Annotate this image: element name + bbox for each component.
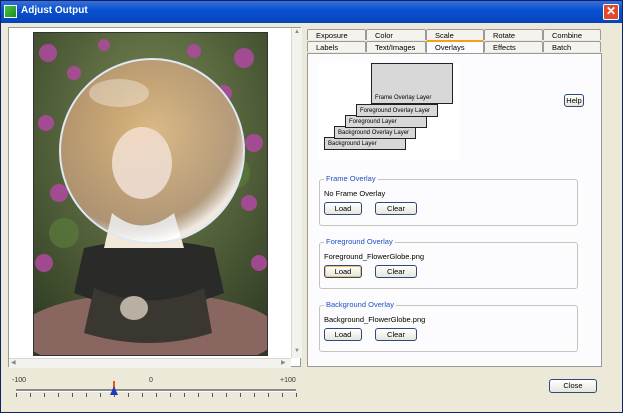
- flower-globe-image: [34, 33, 267, 355]
- background-clear-button[interactable]: Clear: [375, 328, 417, 341]
- tab-rotate[interactable]: Rotate: [484, 29, 543, 40]
- slider-tick: [268, 393, 269, 397]
- slider-mid-label: 0: [149, 377, 153, 384]
- slider-thumb[interactable]: [110, 386, 118, 395]
- foreground-load-button[interactable]: Load: [324, 265, 362, 278]
- slider-tick: [100, 393, 101, 397]
- slider-tick: [184, 393, 185, 397]
- slider-tick: [198, 393, 199, 397]
- slider-tick: [44, 393, 45, 397]
- slider-tick: [30, 393, 31, 397]
- tab-overlays[interactable]: Overlays: [426, 40, 484, 53]
- tab-scale[interactable]: Scale: [426, 29, 484, 40]
- slider-track[interactable]: [16, 389, 296, 392]
- tab-panel: Exposure Color Scale Rotate Combine Labe…: [307, 27, 602, 367]
- slider-tick: [254, 393, 255, 397]
- scroll-down-icon[interactable]: ▼: [294, 348, 300, 354]
- slider-tick: [282, 393, 283, 397]
- app-icon: [4, 5, 17, 18]
- slider-tick: [142, 393, 143, 397]
- tab-exposure[interactable]: Exposure: [307, 29, 366, 40]
- frame-overlay-group: Frame Overlay No Frame Overlay Load Clea…: [319, 174, 578, 226]
- preview-vertical-scrollbar[interactable]: ▲ ▼: [291, 28, 302, 358]
- image-preview: ▲ ▼ ◀ ▶: [8, 27, 302, 368]
- slider-max-label: +100: [280, 377, 296, 384]
- tab-labels[interactable]: Labels: [307, 41, 366, 52]
- overlays-panel: Background Layer Background Overlay Laye…: [307, 53, 602, 367]
- tab-effects[interactable]: Effects: [484, 41, 543, 52]
- background-overlay-value: Background_FlowerGlobe.png: [324, 315, 426, 324]
- slider-tick: [72, 393, 73, 397]
- foreground-overlay-title: Foreground Overlay: [324, 237, 395, 246]
- slider-min-label: -100: [12, 377, 27, 384]
- slider-tick: [156, 393, 157, 397]
- close-button[interactable]: Close: [549, 379, 597, 393]
- scroll-right-icon[interactable]: ▶: [281, 359, 286, 366]
- foreground-overlay-value: Foreground_FlowerGlobe.png: [324, 252, 425, 261]
- slider-tick: [296, 393, 297, 397]
- slider-tick: [128, 393, 129, 397]
- slider-tick: [170, 393, 171, 397]
- slider-tick: [58, 393, 59, 397]
- background-load-button[interactable]: Load: [324, 328, 362, 341]
- title-bar: Adjust Output ✕: [1, 1, 622, 23]
- close-icon[interactable]: ✕: [603, 4, 619, 20]
- slider-tick: [212, 393, 213, 397]
- background-overlay-group: Background Overlay Background_FlowerGlob…: [319, 300, 578, 352]
- frame-overlay-value: No Frame Overlay: [324, 189, 386, 198]
- slider-tick: [226, 393, 227, 397]
- tab-color[interactable]: Color: [366, 29, 426, 40]
- preview-horizontal-scrollbar[interactable]: ◀ ▶: [9, 358, 291, 368]
- frame-clear-button[interactable]: Clear: [375, 202, 417, 215]
- layer-frame-overlay: Frame Overlay Layer: [371, 63, 453, 104]
- foreground-clear-button[interactable]: Clear: [375, 265, 417, 278]
- layer-foreground-overlay: Foreground Overlay Layer: [356, 104, 438, 117]
- tab-batch[interactable]: Batch: [543, 41, 601, 52]
- background-overlay-title: Background Overlay: [324, 300, 396, 309]
- slider-tick: [16, 393, 17, 397]
- adjust-slider[interactable]: -100 0 +100: [8, 377, 301, 407]
- scroll-left-icon[interactable]: ◀: [11, 359, 16, 366]
- slider-tick: [86, 393, 87, 397]
- slider-tick: [240, 393, 241, 397]
- frame-overlay-title: Frame Overlay: [324, 174, 378, 183]
- tab-text-images[interactable]: Text/Images: [366, 41, 426, 52]
- window-title: Adjust Output: [21, 5, 88, 16]
- layer-diagram: Background Layer Background Overlay Laye…: [319, 63, 460, 160]
- frame-load-button[interactable]: Load: [324, 202, 362, 215]
- adjust-output-window: Adjust Output ✕ ▲ ▼ ◀ ▶ -100 0 +100 Expo…: [0, 0, 623, 413]
- tab-combine[interactable]: Combine: [543, 29, 601, 40]
- preview-photo: [33, 32, 268, 356]
- foreground-overlay-group: Foreground Overlay Foreground_FlowerGlob…: [319, 237, 578, 289]
- help-button[interactable]: Help: [564, 94, 584, 107]
- scroll-up-icon[interactable]: ▲: [294, 29, 300, 35]
